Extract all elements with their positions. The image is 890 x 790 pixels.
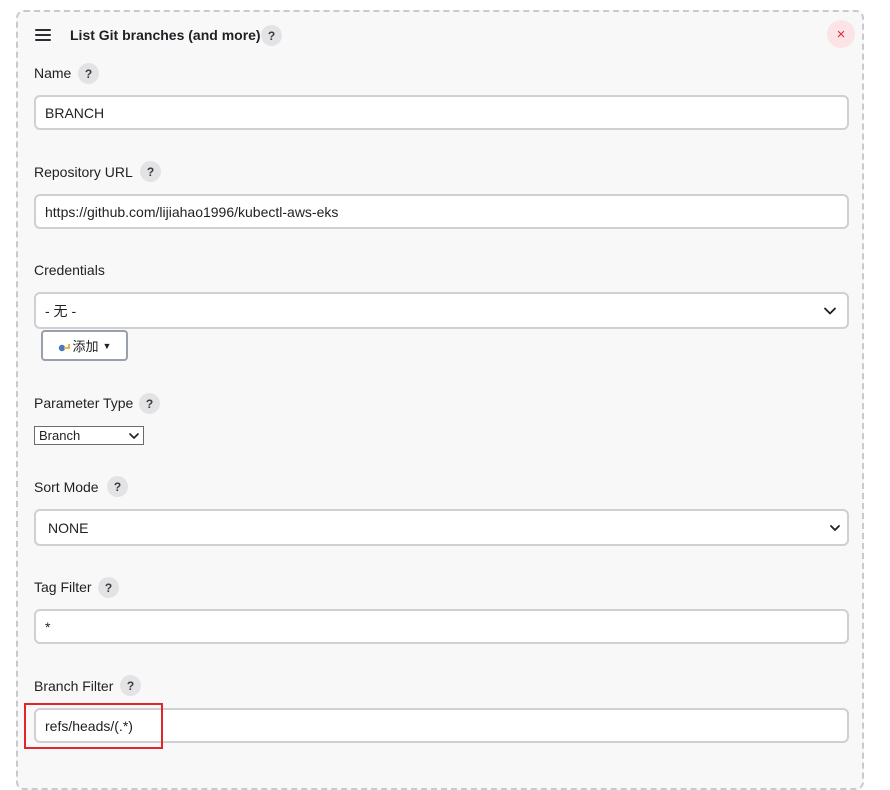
name-value: BRANCH xyxy=(45,104,105,121)
tag-filter-value: * xyxy=(45,618,51,635)
name-label: Name xyxy=(34,65,72,81)
chevron-down-icon xyxy=(830,525,840,531)
parameter-type-selected: Branch xyxy=(39,428,81,443)
name-help-icon[interactable]: ? xyxy=(78,63,99,84)
name-input[interactable]: BRANCH xyxy=(34,95,849,130)
branch-filter-input[interactable]: refs/heads/(.*) xyxy=(34,708,849,743)
branch-filter-help-icon[interactable]: ? xyxy=(120,675,141,696)
tag-filter-input[interactable]: * xyxy=(34,609,849,644)
drag-handle-icon[interactable] xyxy=(35,29,51,41)
key-icon xyxy=(58,341,71,351)
credentials-label: Credentials xyxy=(34,262,105,278)
add-credentials-label: 添加 xyxy=(72,339,99,354)
tag-filter-help-icon[interactable]: ? xyxy=(98,577,119,598)
credentials-select[interactable]: - 无 - xyxy=(34,292,849,329)
parameter-type-select[interactable]: Branch xyxy=(34,426,144,445)
sort-mode-selected: NONE xyxy=(48,519,89,536)
card-title: List Git branches (and more) xyxy=(70,27,261,43)
repository-url-label: Repository URL xyxy=(34,164,133,180)
branch-filter-value: refs/heads/(.*) xyxy=(45,717,133,734)
close-icon[interactable]: × xyxy=(827,20,855,48)
repository-url-input[interactable]: https://github.com/lijiahao1996/kubectl-… xyxy=(34,194,849,229)
chevron-down-icon xyxy=(824,307,836,315)
chevron-down-icon xyxy=(129,433,139,439)
caret-down-icon: ▼ xyxy=(102,340,112,351)
branch-filter-label: Branch Filter xyxy=(34,678,114,694)
sort-mode-help-icon[interactable]: ? xyxy=(107,476,128,497)
tag-filter-label: Tag Filter xyxy=(34,579,92,595)
credentials-selected: - 无 - xyxy=(45,302,77,319)
sort-mode-select[interactable]: NONE xyxy=(34,509,849,546)
sort-mode-label: Sort Mode xyxy=(34,479,99,495)
repository-url-value: https://github.com/lijiahao1996/kubectl-… xyxy=(45,203,339,220)
parameter-type-label: Parameter Type xyxy=(34,395,134,411)
add-credentials-button[interactable]: 添加 ▼ xyxy=(41,330,128,361)
repository-url-help-icon[interactable]: ? xyxy=(140,161,161,182)
parameter-type-help-icon[interactable]: ? xyxy=(139,393,160,414)
title-help-icon[interactable]: ? xyxy=(261,25,282,46)
